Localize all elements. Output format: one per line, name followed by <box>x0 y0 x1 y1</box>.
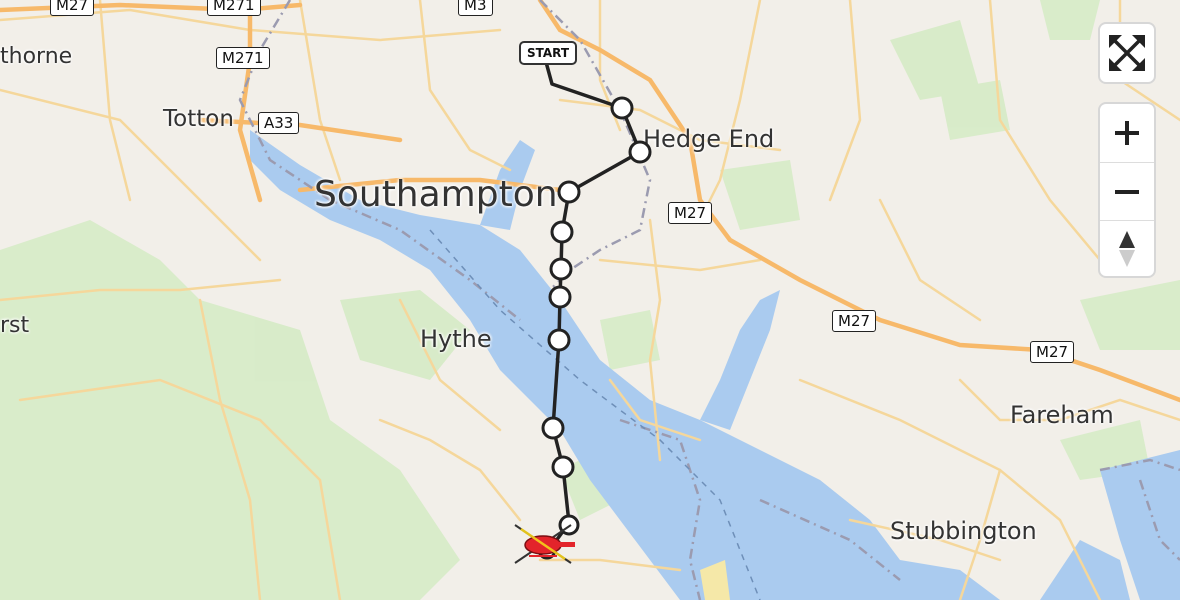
route-waypoints <box>537 96 652 560</box>
fullscreen-control[interactable] <box>1098 22 1156 84</box>
route-waypoint <box>550 220 574 244</box>
route-waypoint <box>628 140 652 164</box>
zoom-control <box>1098 102 1156 278</box>
route-waypoint <box>557 180 581 204</box>
route-waypoint <box>548 285 572 309</box>
plus-icon <box>1115 121 1139 145</box>
zoom-out-button[interactable] <box>1100 162 1154 220</box>
map-canvas[interactable]: thorne Totton Southampton Hedge End Hyth… <box>0 0 1180 600</box>
zoom-in-button[interactable] <box>1100 104 1154 162</box>
fullscreen-icon <box>1109 35 1145 71</box>
route-waypoint <box>547 328 571 352</box>
route-start-label: START <box>519 41 578 65</box>
route-waypoint <box>610 96 634 120</box>
route-waypoint <box>541 416 565 440</box>
compass-icon <box>1119 230 1135 267</box>
route-layer <box>514 60 652 564</box>
route-waypoint <box>551 455 575 479</box>
reset-bearing-button[interactable] <box>1100 220 1154 276</box>
fullscreen-button[interactable] <box>1100 24 1154 82</box>
route-waypoint <box>549 257 573 281</box>
minus-icon <box>1115 189 1139 194</box>
